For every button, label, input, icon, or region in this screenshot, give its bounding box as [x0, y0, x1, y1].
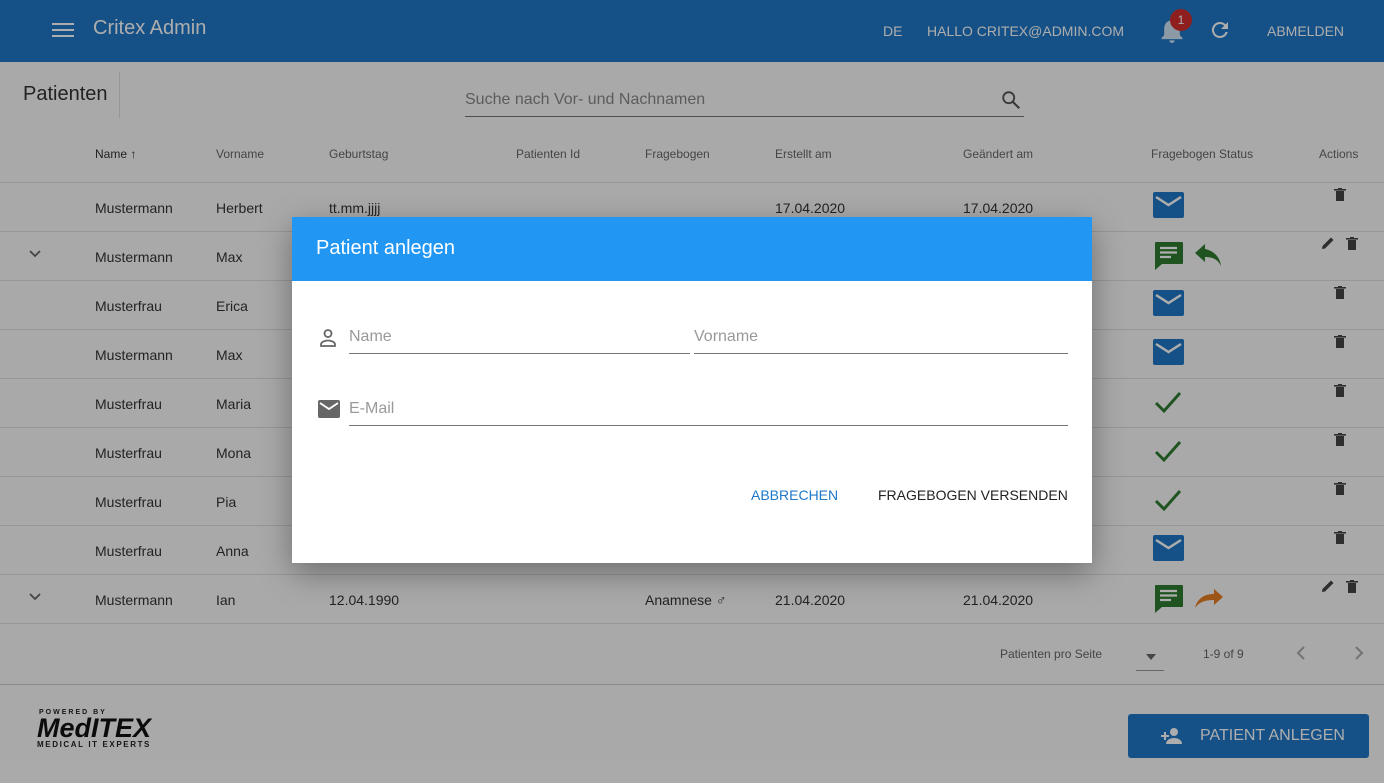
cancel-button[interactable]: ABBRECHEN: [751, 487, 838, 503]
name-input[interactable]: [349, 324, 690, 346]
create-patient-dialog: Patient anlegen ABBRECHEN FRAGEBOGEN VER…: [292, 217, 1092, 563]
vorname-field[interactable]: [694, 324, 1068, 354]
email-input[interactable]: [349, 396, 1068, 418]
vorname-input[interactable]: [694, 324, 1068, 346]
person-icon: [320, 329, 336, 347]
email-field[interactable]: [349, 396, 1068, 426]
dialog-title: Patient anlegen: [316, 237, 456, 259]
dialog-header: Patient anlegen: [292, 217, 1092, 281]
name-field[interactable]: [349, 324, 690, 354]
mail-icon: [318, 400, 340, 418]
send-questionnaire-button[interactable]: FRAGEBOGEN VERSENDEN: [878, 487, 1068, 503]
